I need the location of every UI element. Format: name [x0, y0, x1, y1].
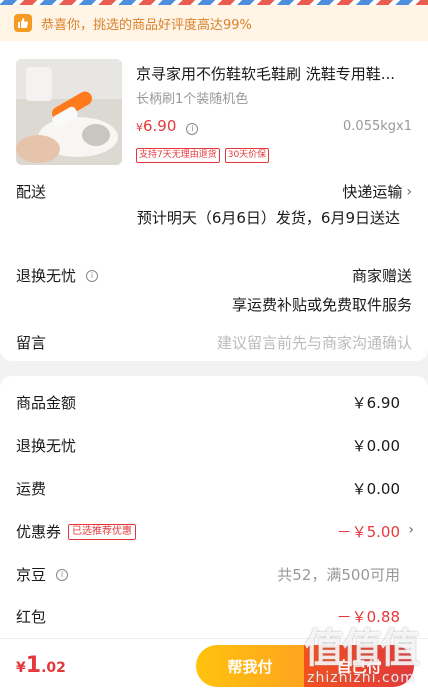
price-info-icon[interactable]: i	[186, 122, 199, 135]
price-symbol: ¥	[136, 121, 143, 134]
praise-text: 恭喜你，挑选的商品好评度高达99%	[41, 17, 252, 33]
redpacket-value[interactable]: －￥0.88	[337, 606, 400, 627]
jingdou-value: 共52，满500可用	[277, 566, 400, 584]
goods-amount-label: 商品金额	[16, 394, 77, 412]
return-service-value: 商家赠送	[351, 267, 412, 285]
praise-banner: 恭喜你，挑选的商品好评度高达99%	[0, 5, 428, 41]
jingdou-row: 京豆 i	[16, 564, 69, 585]
shipping-label: 运费	[16, 480, 47, 498]
help-pay-button[interactable]: 帮我付	[196, 645, 304, 687]
watermark-url: zhizhizhi.com	[307, 670, 415, 686]
return-info-icon[interactable]: i	[86, 269, 99, 282]
product-title[interactable]: 京寻家用不伤鞋软毛鞋刷 洗鞋专用鞋...	[136, 63, 414, 84]
delivery-method[interactable]: 快递运输 ›	[342, 181, 412, 202]
product-spec: 长柄刷1个装随机色	[136, 92, 249, 107]
return-fee-label: 退换无忧	[16, 437, 77, 455]
coupon-label: 优惠券	[16, 523, 62, 541]
shipping-value: ￥0.00	[351, 480, 400, 498]
jingdou-info-icon[interactable]: i	[56, 568, 69, 581]
total-int: 1	[25, 653, 42, 678]
redpacket-label: 红包	[16, 608, 47, 626]
coupon-row[interactable]: 优惠券 已选推荐优惠	[16, 521, 137, 542]
total-price: ¥ 1 .02	[16, 653, 66, 678]
delivery-label: 配送	[16, 183, 47, 201]
tag-7day-return: 支持7天无理由退货	[136, 148, 220, 163]
coupon-value[interactable]: －￥5.00	[337, 521, 400, 542]
coupon-tag: 已选推荐优惠	[68, 523, 137, 540]
message-input[interactable]: 建议留言前先与商家沟通确认	[217, 332, 412, 353]
total-symbol: ¥	[16, 660, 26, 676]
return-service-label: 退换无忧 i	[16, 265, 99, 286]
product-thumbnail[interactable]	[16, 59, 122, 165]
watermark-logo: 值值值	[304, 626, 420, 672]
return-service-label-text: 退换无忧	[16, 267, 77, 285]
message-label: 留言	[16, 334, 47, 352]
site-watermark: 值值值 zhizhizhi.com	[304, 626, 420, 686]
delivery-method-text: 快递运输	[342, 183, 403, 201]
goods-amount-value: ￥6.90	[351, 394, 400, 412]
jingdou-label: 京豆	[16, 566, 47, 584]
product-price: ¥ 6.90 i	[136, 117, 199, 135]
chevron-right-icon: ›	[406, 183, 412, 200]
total-dec: .02	[41, 660, 66, 676]
product-quantity: 0.055kgx1	[343, 119, 412, 134]
thumbs-up-icon	[14, 14, 32, 32]
chevron-right-icon: ›	[408, 522, 414, 538]
service-tags: 支持7天无理由退货 30天价保	[136, 148, 270, 163]
delivery-eta: 预计明天（6月6日）发货，6月9日送达	[136, 209, 400, 227]
return-fee-value: ￥0.00	[351, 437, 400, 455]
return-service-detail: 享运费补贴或免费取件服务	[231, 296, 412, 314]
tag-price-protect: 30天价保	[224, 148, 270, 163]
order-item-card: 京寻家用不伤鞋软毛鞋刷 洗鞋专用鞋... 长柄刷1个装随机色 ¥ 6.90 i …	[0, 41, 428, 361]
price-value: 6.90	[143, 117, 177, 135]
